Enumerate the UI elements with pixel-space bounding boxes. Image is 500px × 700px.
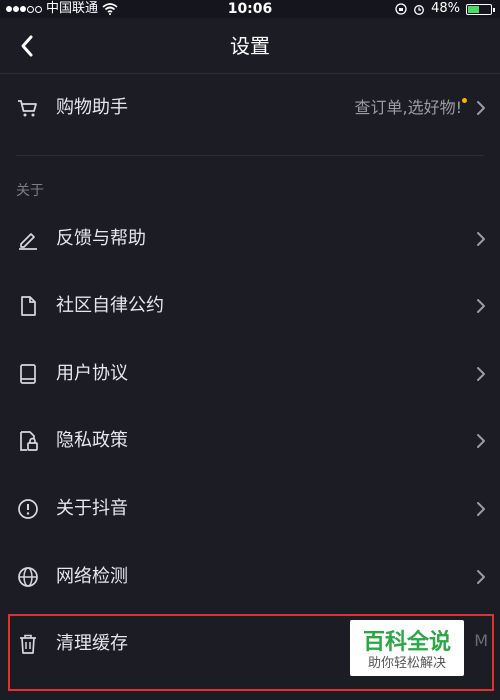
about-douyin-label: 关于抖音 <box>56 498 128 519</box>
chevron-right-icon <box>474 99 488 117</box>
user-agreement-row[interactable]: 用户协议 <box>0 346 500 402</box>
battery-fill <box>468 5 479 13</box>
community-convention-label: 社区自律公约 <box>56 295 164 316</box>
about-section-heading: 关于 <box>16 183 44 199</box>
privacy-policy-row[interactable]: 隐私政策 <box>0 413 500 469</box>
page-title: 设置 <box>230 34 270 58</box>
battery-percent: 48% <box>431 1 460 16</box>
status-right: 48% <box>395 0 495 18</box>
shopping-assistant-label: 购物助手 <box>56 97 128 118</box>
chevron-right-icon <box>474 230 488 248</box>
nav-bar: 设置 <box>0 18 500 74</box>
alarm-icon <box>413 3 425 15</box>
community-convention-row[interactable]: 社区自律公约 <box>0 278 500 334</box>
network-check-label: 网络检测 <box>56 566 128 587</box>
user-agreement-label: 用户协议 <box>56 363 128 384</box>
privacy-policy-label: 隐私政策 <box>56 430 128 451</box>
status-bar: 中国联通 10:06 48% <box>0 0 500 18</box>
info-icon <box>16 497 40 521</box>
watermark-subtitle: 助你轻松解决 <box>367 656 446 671</box>
chevron-right-icon <box>474 568 488 586</box>
chevron-right-icon <box>474 297 488 315</box>
rotation-lock-icon <box>395 3 407 15</box>
shopping-assistant-row[interactable]: 购物助手 查订单,选好物! <box>0 80 500 136</box>
document-icon <box>16 294 40 318</box>
chevron-right-icon <box>474 432 488 450</box>
feedback-help-label: 反馈与帮助 <box>56 228 146 249</box>
chevron-right-icon <box>474 500 488 518</box>
watermark-logo: 百科全说 助你轻松解决 <box>350 620 464 676</box>
book-icon <box>16 362 40 386</box>
feedback-help-row[interactable]: 反馈与帮助 <box>0 211 500 267</box>
globe-icon <box>16 565 40 589</box>
shopping-assistant-value: 查订单,选好物! <box>354 98 462 117</box>
chevron-right-icon <box>474 365 488 383</box>
network-check-row[interactable]: 网络检测 <box>0 549 500 605</box>
lock-icon <box>16 429 40 453</box>
battery-icon <box>466 3 495 15</box>
notification-dot <box>462 98 467 103</box>
about-douyin-row[interactable]: 关于抖音 <box>0 481 500 537</box>
section-divider <box>16 155 484 156</box>
edit-icon <box>16 227 40 251</box>
cart-icon <box>16 96 40 120</box>
